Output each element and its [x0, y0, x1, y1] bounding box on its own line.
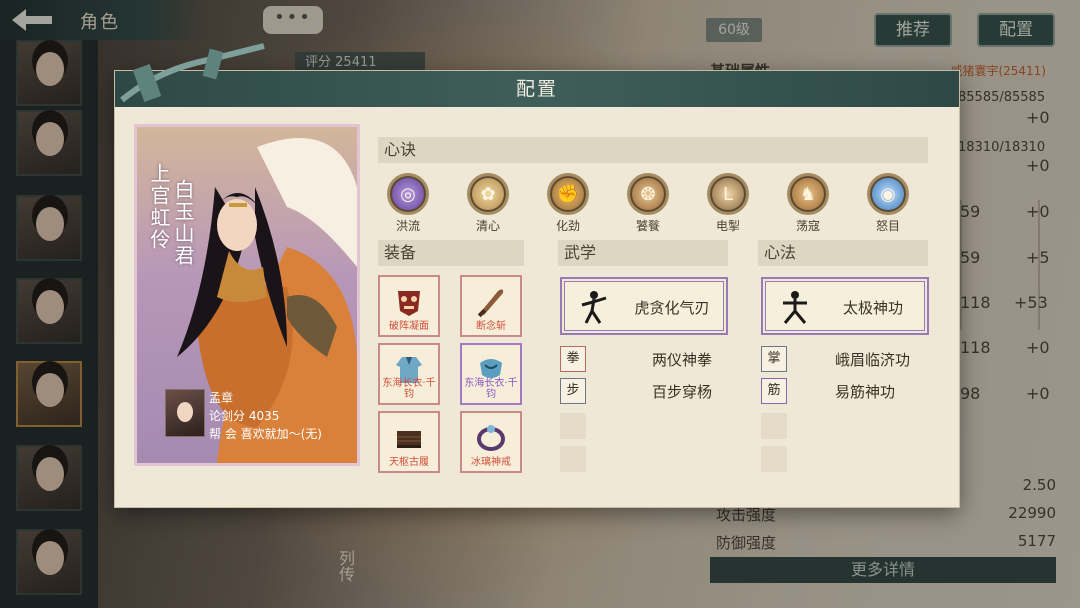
fist-skill-icon: 拳: [560, 346, 586, 372]
boots-icon: [397, 431, 421, 448]
tendon-skill-icon: 筋: [761, 378, 787, 404]
xinjue-item[interactable]: ◉ 怒目: [866, 173, 910, 234]
owner-avatar[interactable]: [165, 389, 205, 437]
bolt-icon: L: [707, 173, 749, 215]
empty-skill-slot[interactable]: [560, 446, 586, 472]
blade-icon: [477, 289, 504, 317]
xinjue-item[interactable]: ◎ 洪流: [386, 173, 430, 234]
wuxue-sub-skill[interactable]: 拳 两仪神拳: [560, 346, 720, 372]
xinjue-item[interactable]: ❂ 饕餮: [626, 173, 670, 234]
mask-icon: [398, 291, 420, 316]
xinjue-item[interactable]: ♞ 荡寇: [786, 173, 830, 234]
xinjue-item[interactable]: ✿ 清心: [466, 173, 510, 234]
equip-slot-boots[interactable]: 天枢古履: [378, 411, 440, 473]
fist-icon: ✊: [547, 173, 589, 215]
wuxue-main-skill[interactable]: 虎贪化气刃: [560, 277, 728, 335]
section-xinfa: 心法: [758, 240, 928, 266]
owner-guild: 帮 会 喜欢就加～(无): [209, 427, 322, 441]
ring-icon: [477, 425, 505, 451]
sword-ornament-icon: [120, 43, 265, 103]
xinjue-item[interactable]: L 电掣: [706, 173, 750, 234]
section-equipment: 装备: [378, 240, 524, 266]
warrior-icon: ♞: [787, 173, 829, 215]
palm-skill-icon: 掌: [761, 346, 787, 372]
character-card[interactable]: 上官虹伶 白玉山君 孟章 论剑分 4035 帮 会 喜欢就加～(无): [134, 124, 360, 466]
swirl-icon: ◎: [387, 173, 429, 215]
character-title: 白玉山君: [171, 179, 195, 267]
owner-name: 孟章: [209, 391, 234, 405]
dash-skill-icon: 步: [560, 378, 586, 404]
section-xinjue: 心诀: [378, 137, 928, 163]
xinjue-item[interactable]: ✊ 化劲: [546, 173, 590, 234]
beast-icon: ❂: [627, 173, 669, 215]
owner-score: 论剑分 4035: [209, 409, 280, 423]
equip-slot-armor-2[interactable]: 东海长衣·千钧: [460, 343, 522, 405]
meditation-icon: [783, 291, 807, 324]
equip-slot-helmet[interactable]: 破阵凝面: [378, 275, 440, 337]
xinfa-sub-skill[interactable]: 筋 易筋神功: [761, 378, 921, 404]
empty-skill-slot[interactable]: [761, 446, 787, 472]
equip-slot-ring[interactable]: 冰璃神戒: [460, 411, 522, 473]
lotus-icon: ✿: [467, 173, 509, 215]
empty-skill-slot[interactable]: [761, 413, 787, 439]
equip-slot-weapon[interactable]: 断念斩: [460, 275, 522, 337]
martial-artist-icon: [581, 291, 607, 324]
section-wuxue: 武学: [558, 240, 728, 266]
empty-skill-slot[interactable]: [560, 413, 586, 439]
wuxue-sub-skill[interactable]: 步 百步穿杨: [560, 378, 720, 404]
equip-slot-armor[interactable]: 东海长衣·千钧: [378, 343, 440, 405]
xinfa-main-skill[interactable]: 太极神功: [761, 277, 929, 335]
eye-icon: ◉: [867, 173, 909, 215]
xinfa-sub-skill[interactable]: 掌 峨眉临济功: [761, 346, 921, 372]
